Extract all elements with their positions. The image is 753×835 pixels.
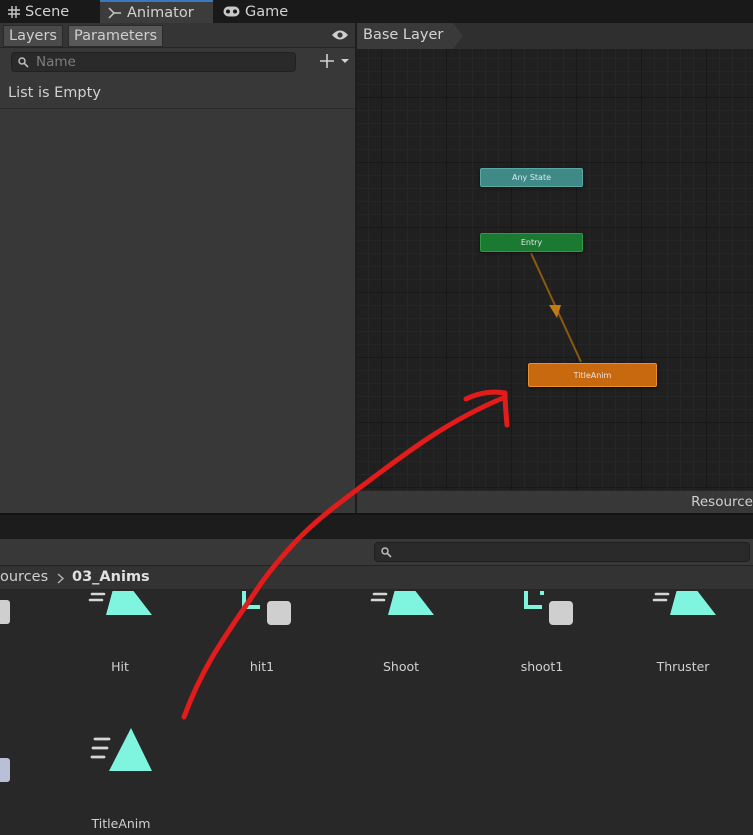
project-toolbar: [0, 539, 753, 566]
any-state-label: Any State: [512, 173, 551, 182]
project-tab-strip: [0, 513, 753, 539]
animation-clip-icon[interactable]: [89, 726, 155, 774]
animator-controller-icon[interactable]: [522, 591, 578, 627]
project-breadcrumb: ources 03_Anims: [0, 566, 753, 590]
asset-path-text: Resource: [691, 494, 753, 510]
project-search-input[interactable]: [374, 542, 750, 562]
partial-asset-icon[interactable]: [0, 600, 10, 624]
breadcrumb-current-folder: 03_Anims: [72, 569, 150, 585]
animation-clip-icon[interactable]: [652, 591, 718, 617]
entry-node[interactable]: Entry: [480, 233, 583, 252]
animation-clip-icon[interactable]: [88, 591, 154, 617]
asset-grid: Hit hit1 Shoot shoot1 Thruster TitleAnim: [0, 591, 753, 835]
any-state-node[interactable]: Any State: [480, 168, 583, 187]
animator-controller-icon[interactable]: [240, 591, 296, 627]
asset-label-titleanim: TitleAnim: [91, 816, 151, 831]
asset-label-hit: Hit: [111, 659, 129, 674]
asset-label-shoot1: shoot1: [520, 659, 564, 674]
animation-clip-icon[interactable]: [370, 591, 436, 617]
chevron-right-icon: [57, 573, 65, 584]
asset-label-hit1: hit1: [249, 659, 275, 674]
partial-asset-icon[interactable]: [0, 758, 10, 782]
titleanim-state-node[interactable]: TitleAnim: [528, 363, 657, 387]
graph-status-bar: Resource: [357, 490, 753, 513]
search-icon: [381, 547, 392, 558]
breadcrumb-parent-folder[interactable]: ources: [0, 569, 48, 585]
asset-label-thruster: Thruster: [656, 659, 710, 674]
entry-label: Entry: [520, 238, 543, 247]
asset-label-shoot: Shoot: [382, 659, 420, 674]
titleanim-node-label: TitleAnim: [573, 370, 612, 380]
